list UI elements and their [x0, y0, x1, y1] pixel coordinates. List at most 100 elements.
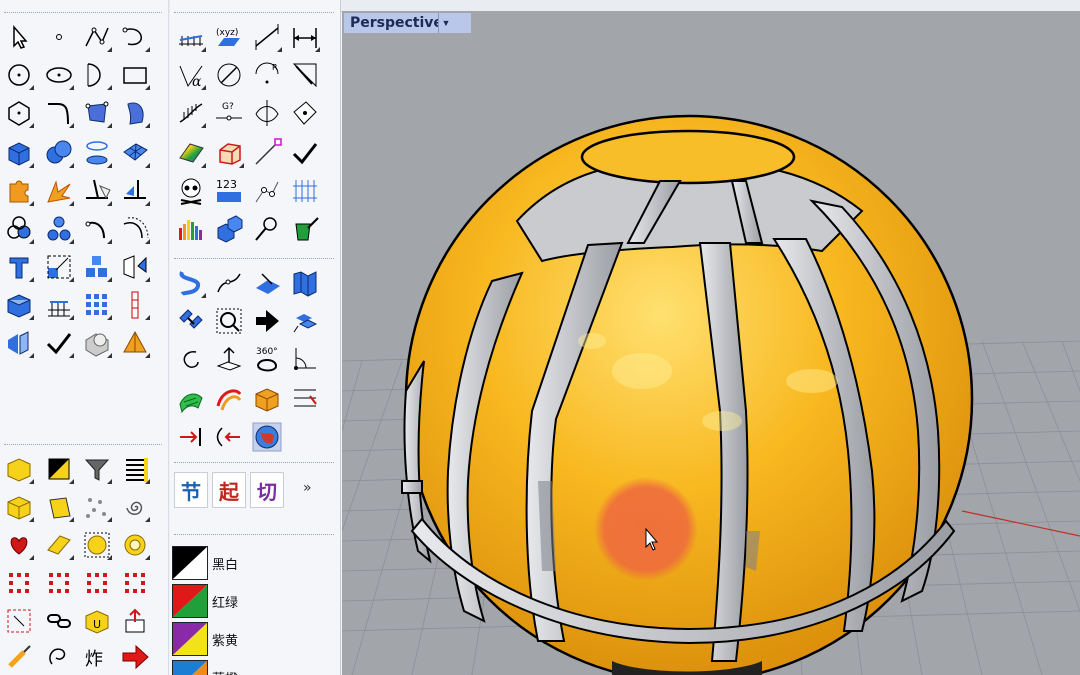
ring-icon[interactable] — [118, 528, 152, 562]
check-icon[interactable] — [42, 326, 76, 360]
angle-measure-icon[interactable] — [288, 342, 322, 376]
skull-icon[interactable] — [174, 174, 208, 208]
ungroup-icon[interactable] — [42, 212, 76, 246]
bracket-in-icon[interactable] — [212, 420, 246, 454]
offset-curve-icon[interactable] — [118, 212, 152, 246]
red-dots-grid-icon[interactable] — [2, 566, 36, 600]
deviation-icon[interactable] — [250, 96, 284, 130]
move-to-icon[interactable] — [174, 420, 208, 454]
paint-brush-icon[interactable] — [2, 640, 36, 674]
select-window-icon[interactable] — [2, 604, 36, 638]
line-end-icon[interactable] — [250, 136, 284, 170]
green-surface-icon[interactable] — [174, 382, 208, 416]
extrude-up-icon[interactable] — [212, 342, 246, 376]
curve-icon[interactable] — [118, 20, 152, 54]
diameter-dimension-icon[interactable] — [212, 58, 246, 92]
rotate-icon[interactable] — [174, 342, 208, 376]
mesh-plane-icon[interactable] — [118, 136, 152, 170]
xyz-coordinates-icon[interactable]: (xyz) — [212, 20, 246, 54]
yellow-sphere-icon[interactable] — [80, 528, 114, 562]
orange-cube-icon[interactable] — [250, 382, 284, 416]
pin-icon[interactable] — [250, 212, 284, 246]
explode-icon[interactable] — [42, 174, 76, 208]
circle-icon[interactable] — [2, 58, 36, 92]
toolbar-grip[interactable] — [174, 462, 334, 465]
histogram-icon[interactable] — [174, 212, 208, 246]
swap-blocks-icon[interactable] — [288, 304, 322, 338]
paint-bucket-icon[interactable] — [288, 212, 322, 246]
render-icon[interactable] — [2, 326, 36, 360]
perspective-viewport[interactable] — [342, 11, 1080, 675]
array-icon[interactable] — [80, 250, 114, 284]
orange-sweep-icon[interactable] — [212, 382, 246, 416]
box-solid-icon[interactable] — [2, 136, 36, 170]
scale-icon[interactable] — [42, 250, 76, 284]
map-icon[interactable] — [288, 266, 322, 300]
surface-analysis-icon[interactable] — [288, 96, 322, 130]
filter-icon[interactable] — [80, 452, 114, 486]
toolbar-grip[interactable] — [174, 534, 334, 537]
fillet-edge-icon[interactable] — [80, 212, 114, 246]
numbers-icon[interactable]: 123 — [212, 174, 246, 208]
zebra-rainbow-icon[interactable] — [174, 136, 208, 170]
yellow-box-icon[interactable] — [2, 452, 36, 486]
radius-dimension-icon[interactable]: R — [250, 58, 284, 92]
black-yellow-icon[interactable] — [42, 452, 76, 486]
point-icon[interactable] — [42, 20, 76, 54]
display-mode-item[interactable]: 黑白 — [172, 546, 332, 584]
list-icon[interactable] — [118, 452, 152, 486]
gray-solid-icon[interactable] — [80, 326, 114, 360]
display-mode-item[interactable]: 蓝橙 — [172, 660, 332, 675]
curve-edit-icon[interactable] — [212, 266, 246, 300]
red-dots-grid-icon[interactable] — [80, 566, 114, 600]
section-lines-icon[interactable] — [288, 382, 322, 416]
trim-icon[interactable] — [80, 174, 114, 208]
toolbar-expand-button[interactable]: » — [303, 480, 312, 496]
toolbar-grip[interactable] — [4, 444, 162, 447]
pyramid-icon[interactable] — [118, 326, 152, 360]
group-icon[interactable] — [2, 212, 36, 246]
yellow-cube-icon[interactable] — [2, 490, 36, 524]
cylinder-mesh-icon[interactable] — [80, 136, 114, 170]
chain-link-icon[interactable] — [42, 604, 76, 638]
boolean-union-icon[interactable] — [42, 136, 76, 170]
display-mode-item[interactable]: 红绿 — [172, 584, 332, 622]
arc-icon[interactable] — [80, 58, 114, 92]
globe-icon[interactable] — [250, 420, 284, 454]
split-icon[interactable] — [118, 174, 152, 208]
heart-icon[interactable] — [2, 528, 36, 562]
polyline-icon[interactable] — [80, 20, 114, 54]
explode-text-icon[interactable]: 炸 — [80, 640, 114, 674]
command-button-jie[interactable]: 节 — [174, 472, 208, 508]
toolbar-grip[interactable] — [4, 12, 162, 15]
display-mode-item[interactable]: 紫黄 — [172, 622, 332, 660]
mirror-icon[interactable] — [118, 250, 152, 284]
ellipse-icon[interactable] — [42, 58, 76, 92]
grid-snap-icon[interactable] — [42, 288, 76, 322]
angle-dimension-icon[interactable]: α — [174, 58, 208, 92]
check-mark-icon[interactable] — [288, 136, 322, 170]
leader-icon[interactable] — [288, 58, 322, 92]
continuity-check-icon[interactable]: G? — [212, 96, 246, 130]
points-grid-icon[interactable] — [80, 288, 114, 322]
spiral-icon[interactable] — [118, 490, 152, 524]
dimension-grid-icon[interactable] — [174, 20, 208, 54]
edit-points-icon[interactable] — [250, 174, 284, 208]
distance-icon[interactable] — [250, 20, 284, 54]
command-button-qie[interactable]: 切 — [250, 472, 284, 508]
u-block-icon[interactable]: U — [80, 604, 114, 638]
shaded-block-icon[interactable] — [42, 490, 76, 524]
fillet-curve-icon[interactable] — [42, 96, 76, 130]
blend-curve-icon[interactable] — [174, 266, 208, 300]
red-dots-grid-icon[interactable] — [118, 566, 152, 600]
polygon-icon[interactable] — [2, 96, 36, 130]
curvature-graph-icon[interactable] — [174, 96, 208, 130]
scatter-points-icon[interactable] — [80, 490, 114, 524]
red-arrow-icon[interactable] — [118, 640, 152, 674]
text-icon[interactable] — [2, 250, 36, 284]
zoom-window-icon[interactable] — [212, 304, 246, 338]
bounding-box-icon[interactable] — [212, 136, 246, 170]
blue-blocks-icon[interactable] — [212, 212, 246, 246]
rotate-360-icon[interactable]: 360° — [250, 342, 284, 376]
viewport-menu-dropdown-icon[interactable]: ▼ — [438, 13, 453, 33]
